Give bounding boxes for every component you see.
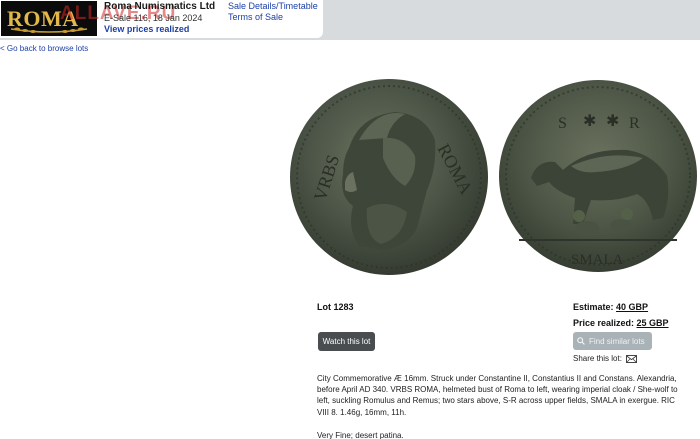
terms-link[interactable]: Terms of Sale (228, 12, 283, 22)
reverse-star-left: ✱ (583, 113, 596, 130)
coin-obverse[interactable]: VRBS ROMA (290, 79, 488, 275)
lot-description: City Commemorative Æ 16mm. Struck under … (317, 374, 678, 417)
back-to-browse-link[interactable]: < Go back to browse lots (0, 44, 88, 53)
lot-number: Lot 1283 (317, 302, 354, 312)
lot-grade: Very Fine; desert patina. (317, 431, 404, 439)
view-prices-link[interactable]: View prices realized (104, 24, 189, 34)
coin-images[interactable]: VRBS ROMA S ✱ ✱ R SMALA (287, 78, 700, 278)
estimate-value: 40 GBP (616, 302, 649, 312)
search-icon (577, 337, 585, 345)
sale-details-link[interactable]: Sale Details/Timetable (228, 1, 318, 11)
price-realized-value: 25 GBP (636, 318, 669, 328)
find-similar-lots-button[interactable]: Find similar lots (573, 332, 652, 350)
share-label: Share this lot: (573, 354, 622, 363)
watch-lot-button[interactable]: Watch this lot (318, 332, 375, 351)
brand-card: ROMA ALLAVE.RU Roma Numismatics Ltd E-Sa… (0, 0, 323, 38)
coin-reverse[interactable]: S ✱ ✱ R SMALA (499, 80, 697, 272)
price-realized: Price realized: 25 GBP (573, 318, 669, 328)
reverse-field-r: R (629, 115, 640, 132)
roma-logo[interactable]: ROMA (1, 1, 97, 36)
estimate: Estimate: 40 GBP (573, 302, 648, 312)
estimate-label: Estimate: (573, 302, 614, 312)
find-similar-label: Find similar lots (589, 336, 645, 346)
share-lot: Share this lot: (573, 354, 637, 363)
mail-icon[interactable] (625, 354, 637, 363)
reverse-exergue: SMALA (571, 252, 624, 268)
reverse-field-s: S (558, 115, 567, 132)
reverse-star-right: ✱ (606, 113, 619, 130)
price-realized-label: Price realized: (573, 318, 635, 328)
sale-info: E-Sale 116, 18 Jan 2024 (104, 13, 203, 23)
auction-house-name: Roma Numismatics Ltd (104, 1, 216, 12)
laurel-icon (10, 27, 88, 33)
